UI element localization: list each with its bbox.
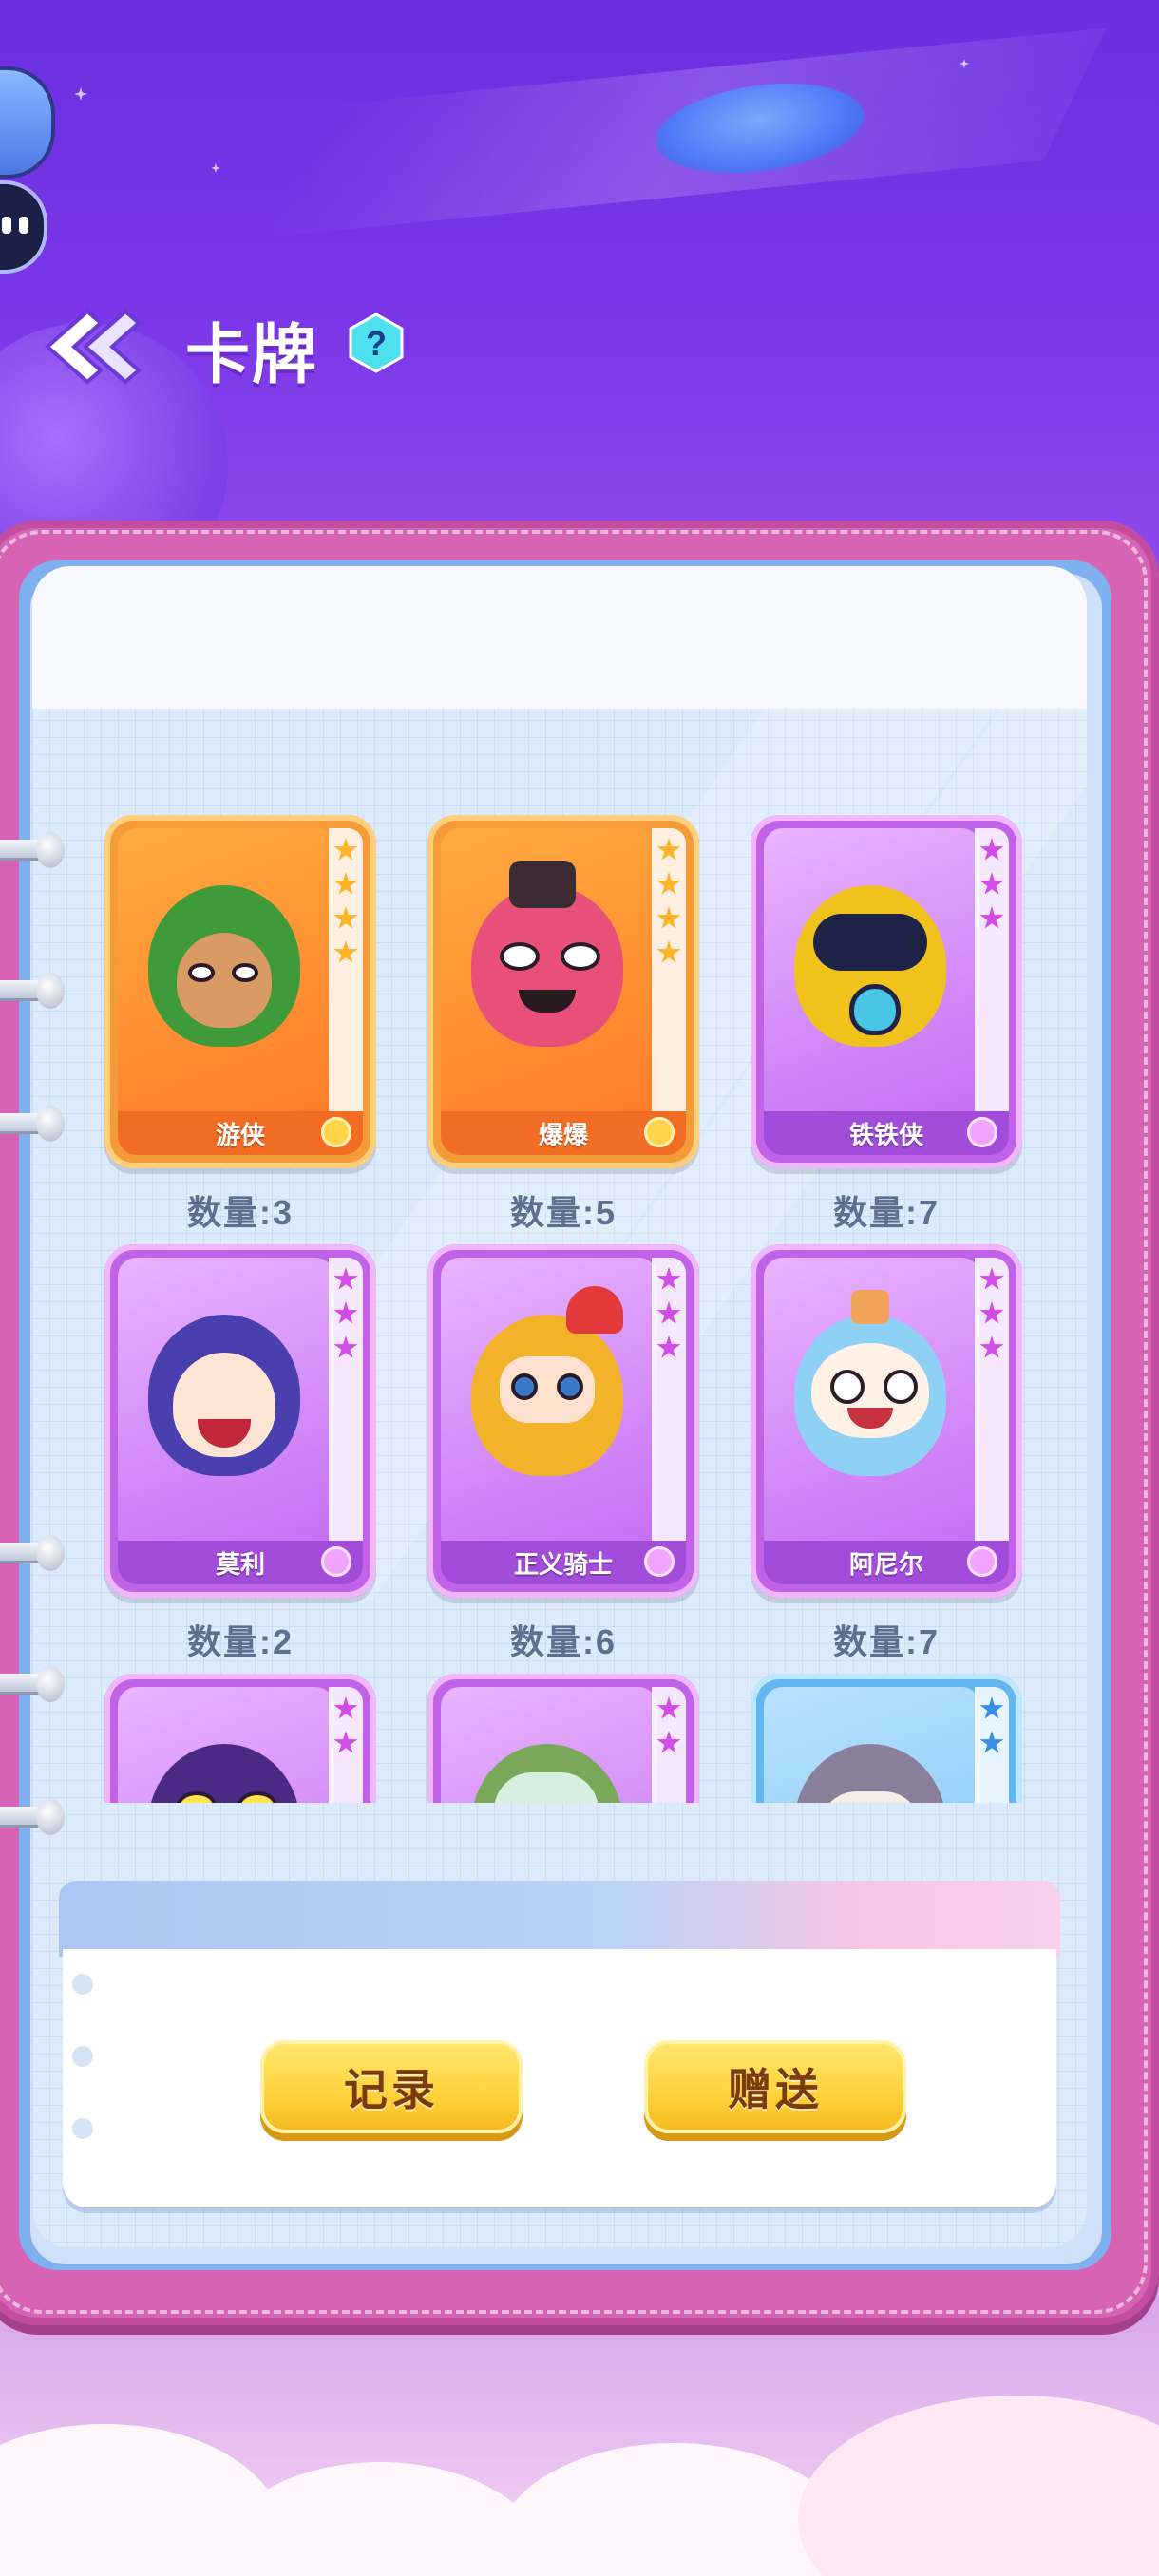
card-grid[interactable]: 游侠 数量:3 爆爆 数量:5 铁铁侠 数量:7 莫利 数量:2 正义骑士 数量…	[32, 566, 1087, 1803]
background-clouds	[0, 2348, 1159, 2576]
card-art	[441, 1258, 657, 1554]
paper-hole	[72, 1974, 93, 1995]
question-icon: ?	[349, 313, 404, 373]
card-name: 爆爆	[538, 1120, 588, 1149]
back-button[interactable]	[38, 304, 142, 389]
action-panel	[63, 1949, 1056, 2207]
svg-text:?: ?	[366, 324, 387, 363]
bomb-character	[462, 861, 633, 1075]
game-screen: 卡牌 ? 游侠 数量:3 爆爆 数量:5 铁铁侠 数量:7 莫利 数量:2 正义…	[0, 0, 1159, 2576]
ranger-character	[139, 866, 310, 1075]
card-name: 铁铁侠	[848, 1120, 923, 1149]
sparkle-icon	[211, 163, 220, 173]
double-chevron-left-icon	[44, 309, 142, 385]
avatar-mini-robot	[0, 180, 48, 274]
card-justice-knight[interactable]: 正义骑士	[428, 1244, 699, 1598]
card-baobao[interactable]: 爆爆	[428, 815, 699, 1168]
gift-button-label: 赠送	[728, 2065, 823, 2114]
star-rating	[975, 1687, 1009, 1803]
star-rating	[652, 1687, 686, 1803]
help-button[interactable]: ?	[347, 312, 406, 374]
card-ranger[interactable]: 游侠	[104, 815, 376, 1168]
card-art	[118, 828, 334, 1125]
card-art	[441, 828, 657, 1125]
star-rating	[975, 828, 1009, 1113]
star-rating	[652, 1258, 686, 1543]
card-zombie[interactable]	[428, 1674, 699, 1803]
card-count: 数量:6	[509, 1622, 617, 1661]
card-count: 数量:7	[832, 1193, 940, 1232]
card-name: 阿尼尔	[848, 1549, 923, 1579]
rarity-badge-icon	[321, 1117, 352, 1147]
card-count: 数量:2	[186, 1622, 294, 1661]
card-name: 游侠	[215, 1120, 265, 1149]
paper-hole	[72, 2046, 93, 2067]
rarity-badge-icon	[644, 1117, 674, 1147]
panel-header-strip	[59, 1881, 1060, 1957]
sparkle-icon	[74, 87, 87, 101]
card-count: 数量:7	[832, 1622, 940, 1661]
card-anier[interactable]: 阿尼尔	[750, 1244, 1022, 1598]
card-art	[764, 828, 980, 1125]
record-button[interactable]: 记录	[260, 2040, 522, 2133]
electric-character	[139, 1296, 310, 1505]
card-moli[interactable]: 莫利	[104, 1244, 376, 1598]
card-name: 正义骑士	[513, 1549, 613, 1579]
star-rating	[329, 1687, 363, 1803]
card-art	[441, 1687, 657, 1803]
paper-hole	[72, 2118, 93, 2139]
card-art	[764, 1687, 980, 1803]
rarity-badge-icon	[644, 1546, 674, 1577]
gift-button[interactable]: 赠送	[644, 2040, 906, 2133]
record-button-label: 记录	[344, 2065, 439, 2114]
rarity-badge-icon	[967, 1546, 998, 1577]
card-hooded[interactable]	[104, 1674, 376, 1803]
sprout-character	[785, 1725, 956, 1803]
bottle-character	[785, 1290, 956, 1505]
avatar-frame	[0, 66, 55, 179]
rarity-badge-icon	[321, 1546, 352, 1577]
card-iron-man[interactable]: 铁铁侠	[750, 815, 1022, 1168]
hooded-character	[139, 1725, 310, 1803]
star-rating	[652, 828, 686, 1113]
robot-character	[785, 866, 956, 1075]
card-art	[118, 1687, 334, 1803]
card-count: 数量:5	[509, 1193, 617, 1232]
star-rating	[329, 1258, 363, 1543]
card-count: 数量:3	[186, 1193, 294, 1232]
side-avatar[interactable]	[0, 66, 55, 274]
star-rating	[329, 828, 363, 1113]
star-rating	[975, 1258, 1009, 1543]
zombie-character	[462, 1725, 633, 1803]
card-art	[118, 1258, 334, 1554]
card-sprout[interactable]	[750, 1674, 1022, 1803]
knight-character	[462, 1286, 633, 1505]
card-name: 莫利	[215, 1549, 265, 1579]
card-art	[764, 1258, 980, 1554]
rarity-badge-icon	[967, 1117, 998, 1147]
page-title: 卡牌	[185, 319, 319, 391]
